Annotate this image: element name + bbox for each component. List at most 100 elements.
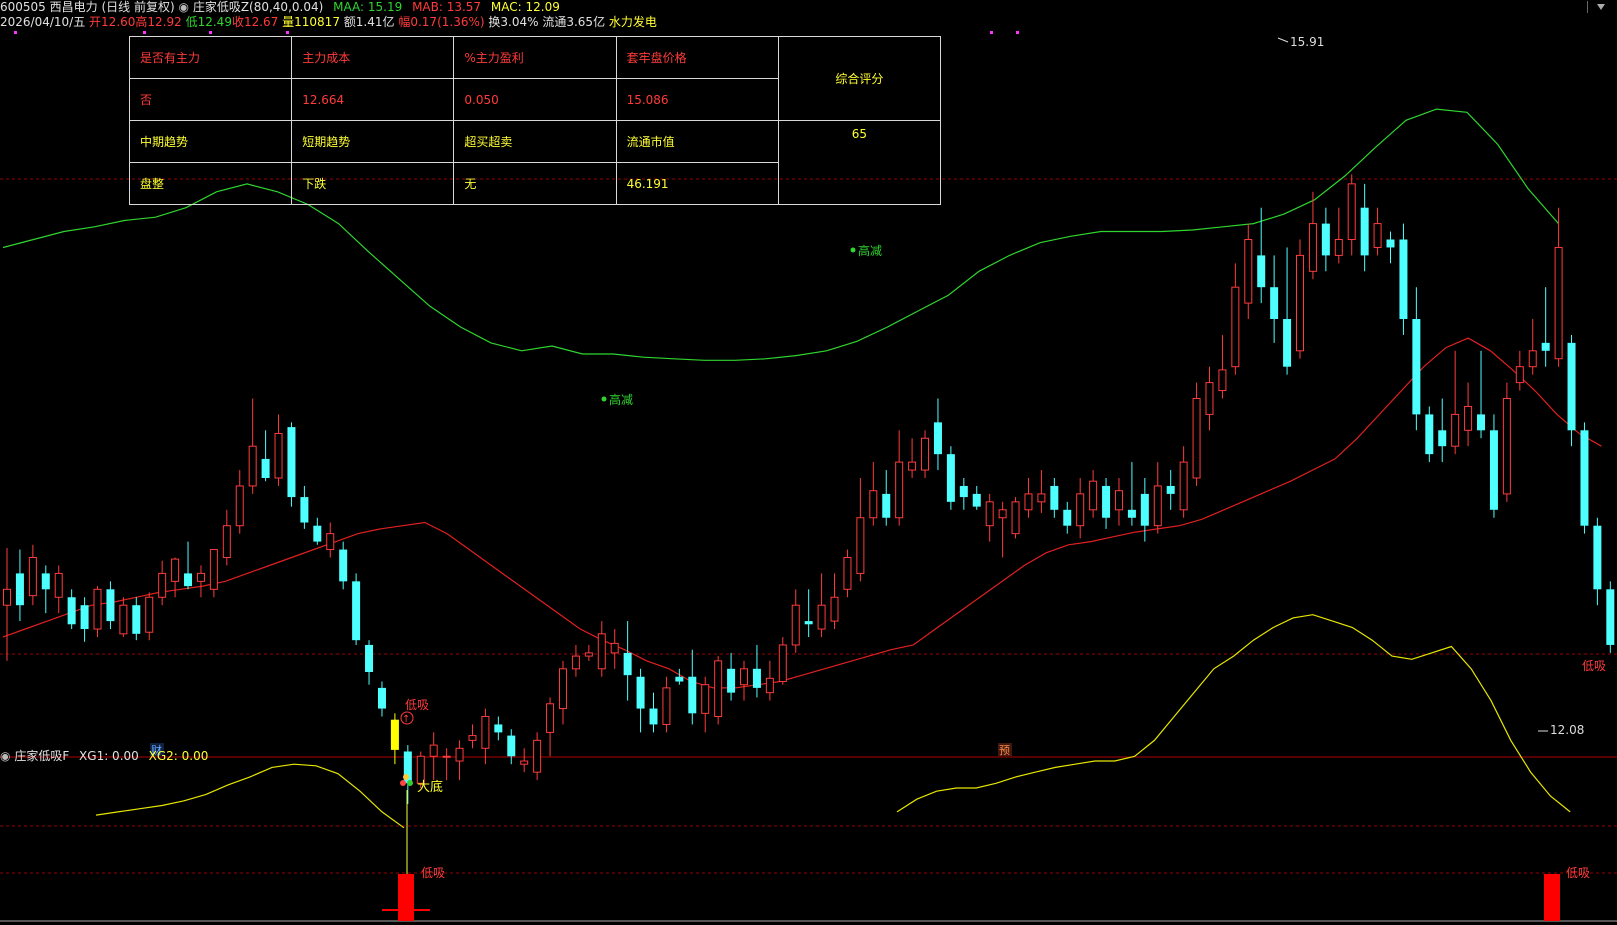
candle-body bbox=[1153, 485, 1162, 527]
candle-body bbox=[1360, 207, 1369, 256]
candle-body bbox=[274, 432, 283, 479]
candle-body bbox=[895, 461, 904, 519]
candle-body bbox=[817, 604, 826, 630]
candle-body bbox=[972, 493, 981, 507]
table-value-trapped-price: 15.086 bbox=[615, 78, 779, 121]
candle-body bbox=[804, 621, 813, 625]
low-buy-label: 低吸 bbox=[1582, 659, 1606, 673]
low-buy-arrow-glyph: ↑ bbox=[402, 714, 410, 725]
candle-body bbox=[339, 549, 348, 582]
candle-body bbox=[1179, 461, 1188, 511]
min-price-label: 12.08 bbox=[1550, 723, 1584, 737]
candle-body bbox=[1024, 493, 1033, 511]
sub-low-buy-label: 低吸 bbox=[1566, 866, 1590, 880]
candle-body bbox=[1089, 480, 1098, 511]
candle-body bbox=[533, 739, 542, 773]
table-header-overbought: 超买超卖 bbox=[453, 120, 617, 163]
sub-indicator-name[interactable]: 庄家低吸F bbox=[14, 749, 69, 763]
candle-body bbox=[778, 644, 787, 683]
candle-body bbox=[222, 525, 231, 559]
candle-body bbox=[765, 677, 774, 694]
candle-body bbox=[998, 509, 1007, 519]
candle-body bbox=[1477, 414, 1486, 431]
candle-body bbox=[41, 573, 50, 590]
table-value-market-cap: 46.191 bbox=[615, 162, 779, 205]
candle-body bbox=[571, 655, 580, 670]
table-header-short-trend: 短期趋势 bbox=[291, 120, 455, 163]
candle-body bbox=[1114, 490, 1123, 511]
high-reduce-dot bbox=[601, 396, 607, 402]
candle-body bbox=[636, 676, 645, 709]
candle-body bbox=[752, 668, 761, 688]
candle-body bbox=[1554, 246, 1563, 360]
candle-body bbox=[520, 760, 529, 765]
candle-body bbox=[287, 427, 296, 498]
candle-body bbox=[1321, 223, 1330, 256]
candle-body bbox=[1386, 239, 1395, 248]
table-value-cost: 12.664 bbox=[291, 78, 455, 121]
candle-body bbox=[209, 549, 218, 590]
candle-body bbox=[1308, 223, 1317, 272]
table-header-main-force: 是否有主力 bbox=[128, 36, 293, 79]
big-bottom-icon-part bbox=[403, 774, 409, 780]
signal-bar bbox=[398, 874, 414, 921]
table-header-score: 综合评分 bbox=[777, 36, 942, 121]
candle-body bbox=[377, 687, 386, 709]
sub-low-buy-label: 低吸 bbox=[421, 866, 445, 880]
candle-body bbox=[933, 422, 942, 455]
candle-body bbox=[1283, 319, 1292, 367]
candle-body bbox=[1296, 254, 1304, 352]
table-value-overbought: 无 bbox=[453, 162, 617, 205]
candle-body bbox=[481, 716, 490, 749]
candle-body bbox=[740, 668, 749, 686]
candle-body bbox=[1076, 493, 1085, 527]
high-reduce-label: 高减 bbox=[609, 392, 633, 407]
candle-body bbox=[1270, 287, 1279, 319]
table-header-trapped-price: 套牢盘价格 bbox=[615, 36, 779, 79]
candle-body bbox=[1515, 366, 1524, 384]
high-reduce-dot bbox=[850, 247, 856, 253]
table-value-main-force: 否 bbox=[128, 78, 293, 121]
candle-body bbox=[442, 755, 451, 758]
table-value-mid-trend: 盘整 bbox=[128, 162, 293, 205]
signal-bar bbox=[1544, 874, 1560, 921]
candle-body bbox=[184, 573, 193, 587]
candle-body bbox=[882, 493, 891, 518]
candle-body bbox=[946, 454, 955, 502]
candle-body bbox=[119, 604, 128, 635]
candle-body bbox=[959, 485, 968, 498]
candle-body bbox=[352, 581, 361, 641]
candle-body bbox=[28, 557, 37, 597]
candle-body bbox=[365, 644, 374, 672]
candle-body bbox=[727, 668, 736, 693]
candle-body bbox=[1438, 430, 1447, 447]
candle-body bbox=[158, 572, 167, 598]
candle-body bbox=[1218, 369, 1227, 392]
big-bottom-icon bbox=[400, 780, 406, 786]
table-value-profit: 0.050 bbox=[453, 78, 617, 121]
max-price-pointer bbox=[1277, 37, 1289, 43]
candle-body bbox=[1192, 398, 1201, 479]
candle-body bbox=[1567, 342, 1576, 431]
sub-panel-header: ◉ 庄家低吸F XG1: 0.00 XG2: 0.00 bbox=[0, 749, 208, 764]
candle-body bbox=[1425, 414, 1434, 455]
candle-body bbox=[1541, 342, 1550, 351]
candle-body bbox=[558, 668, 567, 710]
candle-body bbox=[675, 676, 684, 682]
candle-body bbox=[196, 572, 205, 582]
candle-body bbox=[468, 735, 477, 741]
candle-body bbox=[1011, 501, 1020, 535]
candle-body bbox=[856, 517, 865, 574]
table-header-market-cap: 流通市值 bbox=[615, 120, 779, 163]
high-reduce-label: 高减 bbox=[858, 243, 882, 258]
candle-body bbox=[843, 557, 852, 590]
candle-body bbox=[429, 744, 438, 757]
candle-body bbox=[326, 533, 335, 551]
xg2-label: XG2: 0.00 bbox=[148, 749, 209, 763]
sub-indicator-toggle-icon[interactable]: ◉ bbox=[0, 749, 10, 763]
candle-body bbox=[1580, 430, 1589, 526]
candle-body bbox=[1489, 430, 1498, 510]
candle-body bbox=[908, 461, 917, 471]
candle-body bbox=[1140, 493, 1149, 526]
mac-line-left bbox=[95, 763, 405, 829]
